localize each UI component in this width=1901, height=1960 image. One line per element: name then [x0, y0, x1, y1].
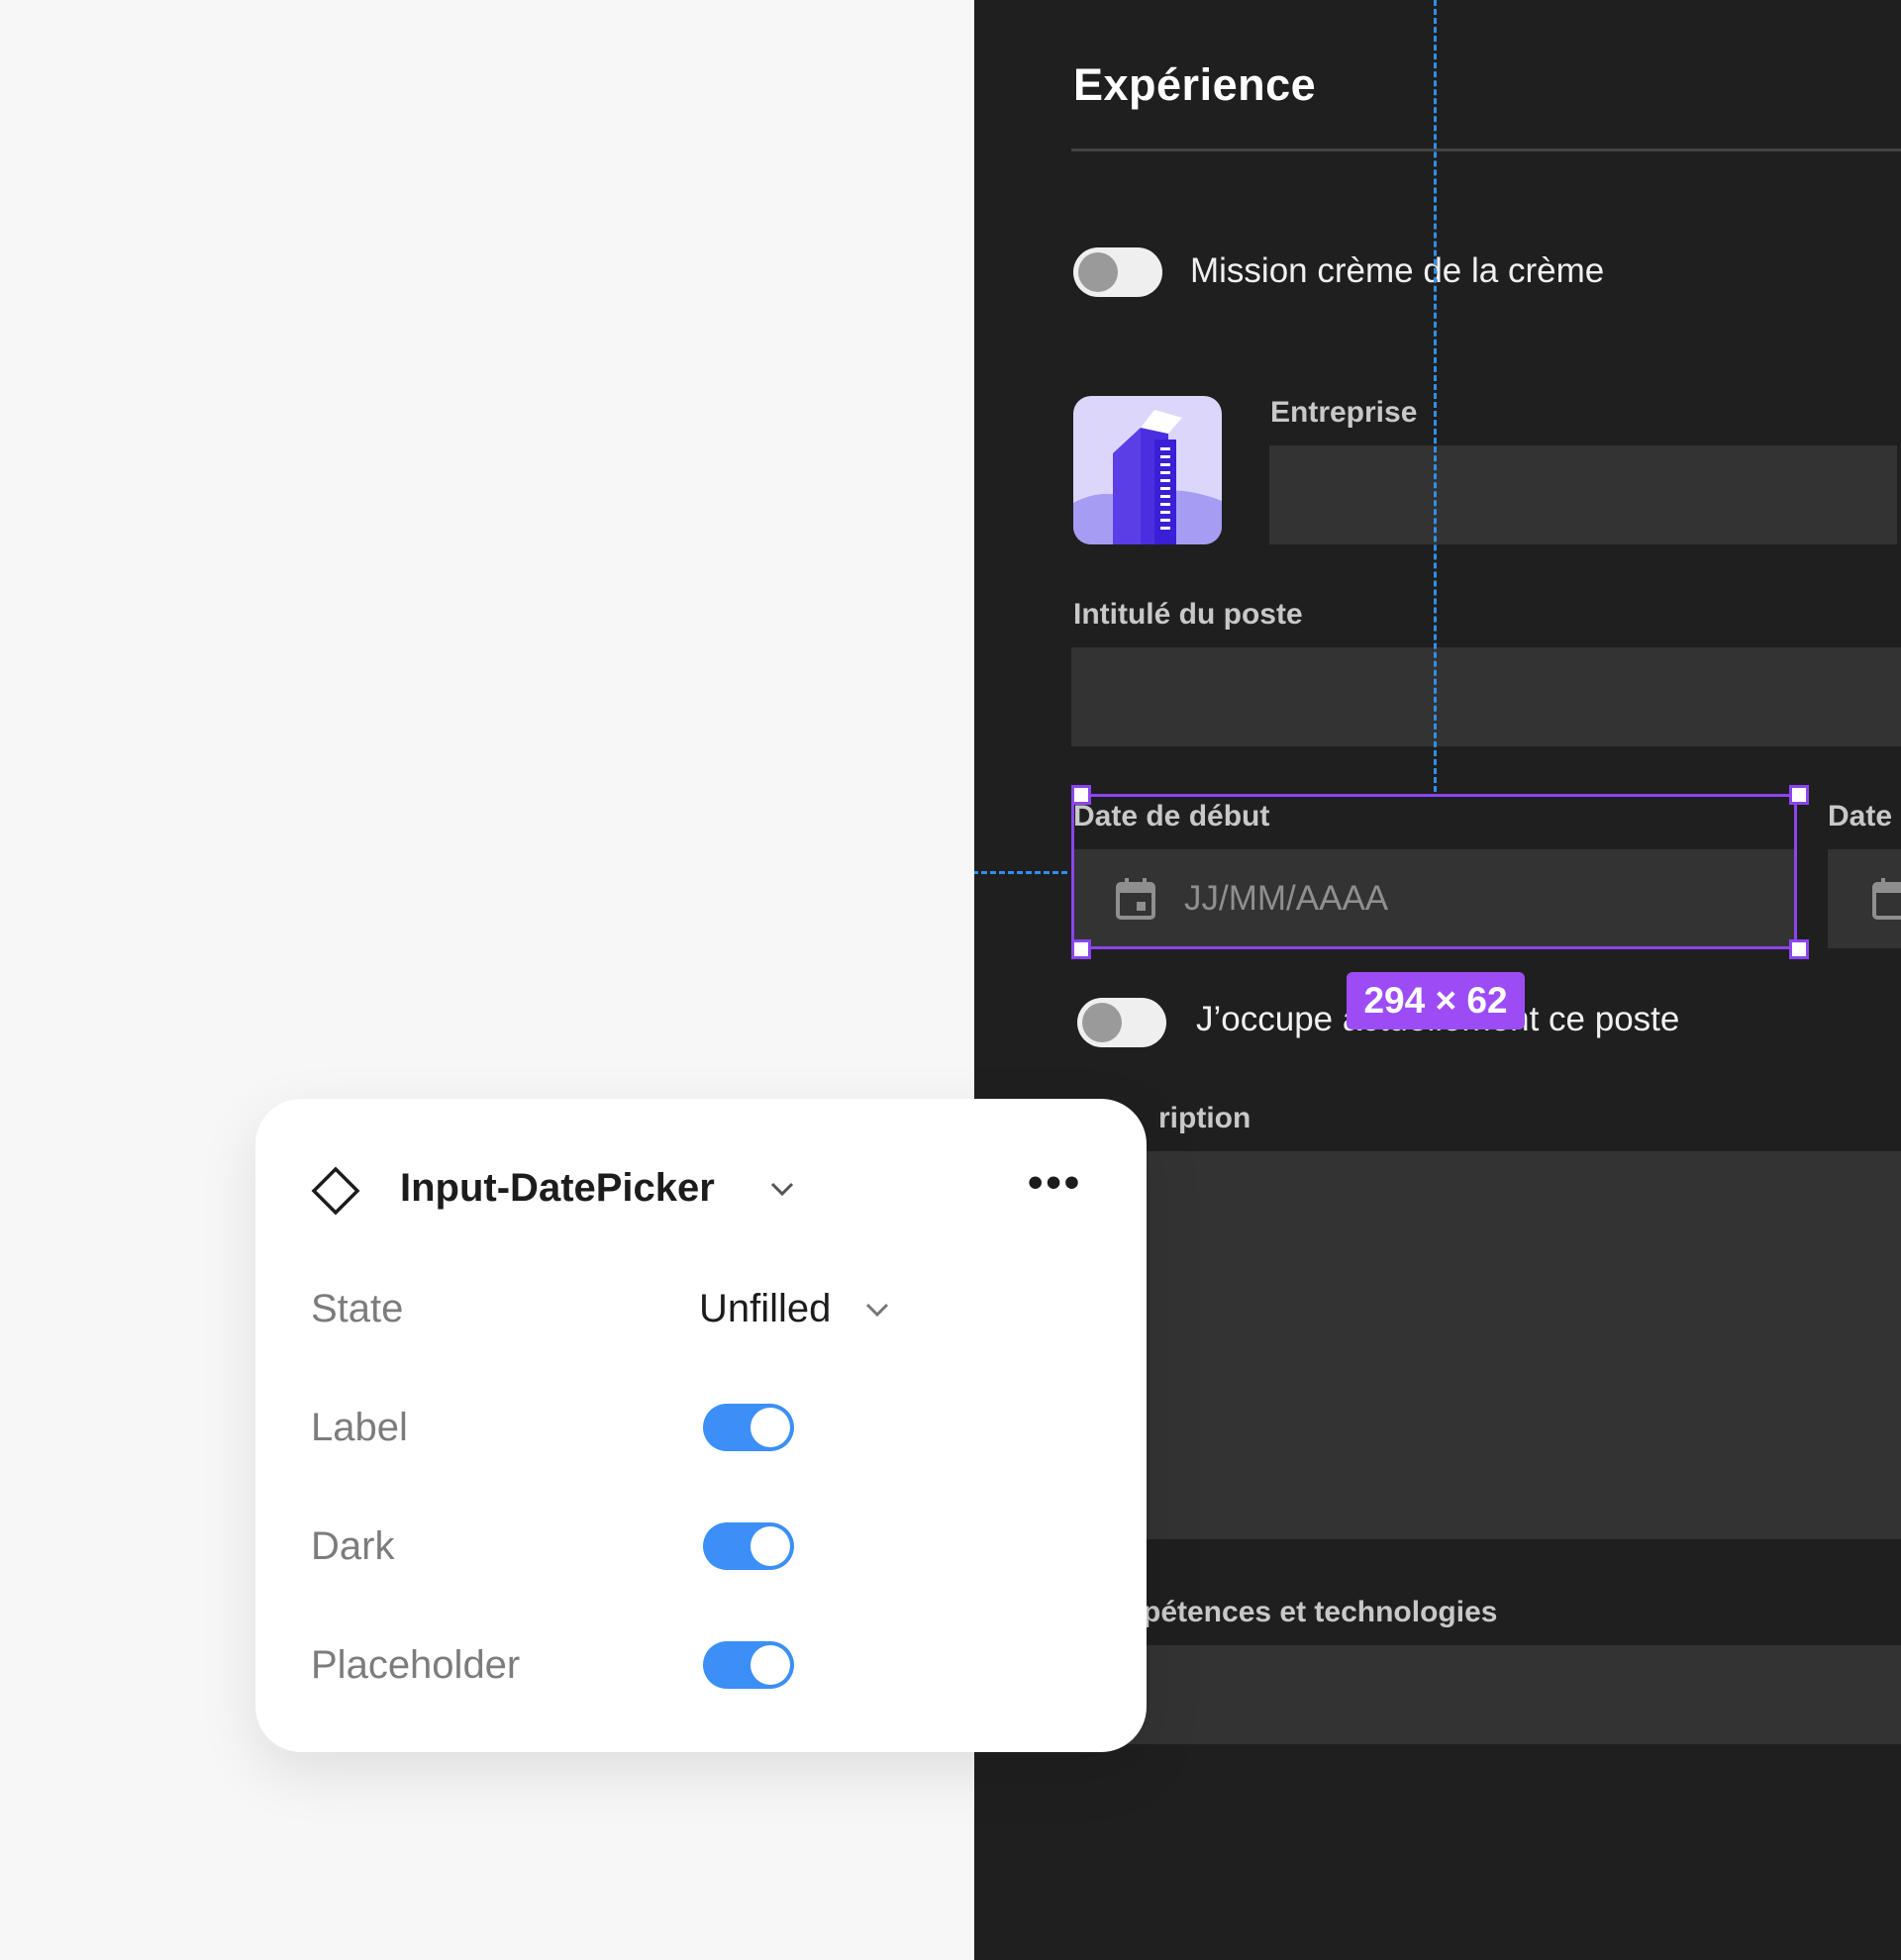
- intitule-input[interactable]: [1071, 647, 1901, 746]
- horizontal-guide: [974, 871, 1067, 874]
- entreprise-label: Entreprise: [1270, 396, 1418, 429]
- component-name[interactable]: Input-DatePicker: [400, 1166, 715, 1211]
- date-fin-input[interactable]: [1828, 849, 1901, 948]
- competences-label: pétences et technologies: [1143, 1596, 1498, 1628]
- building-logo-icon: [1073, 410, 1222, 544]
- chevron-down-icon[interactable]: [768, 1178, 796, 1200]
- dark-toggle[interactable]: [703, 1522, 794, 1570]
- mission-toggle-label: Mission crème de la crème: [1190, 251, 1605, 290]
- toggle-knob: [1082, 1003, 1122, 1042]
- toggle-knob: [750, 1645, 790, 1685]
- toggle-knob: [750, 1526, 790, 1566]
- section-title: Expérience: [1073, 59, 1317, 110]
- label-prop-label: Label: [311, 1406, 408, 1449]
- properties-panel: Input-DatePicker ••• State Unfilled Labe…: [255, 1099, 1147, 1752]
- section-divider: [1071, 148, 1901, 151]
- state-label: State: [311, 1287, 404, 1330]
- description-textarea[interactable]: [1071, 1151, 1901, 1539]
- toggle-knob: [1078, 252, 1118, 292]
- toggle-knob: [750, 1408, 790, 1447]
- dark-prop-label: Dark: [311, 1524, 395, 1568]
- placeholder-toggle[interactable]: [703, 1641, 794, 1689]
- mission-toggle[interactable]: [1073, 247, 1162, 297]
- size-badge: 294 × 62: [1347, 972, 1525, 1029]
- placeholder-prop-label: Placeholder: [311, 1643, 521, 1687]
- company-logo[interactable]: [1073, 396, 1222, 544]
- state-select[interactable]: Unfilled: [699, 1287, 831, 1331]
- intitule-label: Intitulé du poste: [1073, 598, 1303, 631]
- competences-input[interactable]: [1071, 1645, 1901, 1744]
- selection-frame[interactable]: [1071, 794, 1797, 949]
- resize-handle-bottom-left[interactable]: [1071, 939, 1091, 959]
- resize-handle-top-right[interactable]: [1789, 785, 1809, 805]
- component-diamond-icon: [311, 1166, 360, 1216]
- label-toggle[interactable]: [703, 1404, 794, 1451]
- resize-handle-top-left[interactable]: [1071, 785, 1091, 805]
- date-fin-label: Date: [1828, 800, 1893, 833]
- vertical-guide: [1434, 0, 1437, 792]
- description-label: ription: [1158, 1102, 1251, 1134]
- chevron-down-icon[interactable]: [863, 1299, 891, 1321]
- resize-handle-bottom-right[interactable]: [1789, 939, 1809, 959]
- more-icon[interactable]: •••: [1028, 1158, 1082, 1208]
- calendar-icon: [1872, 878, 1901, 920]
- entreprise-input[interactable]: [1269, 445, 1897, 544]
- occupe-toggle[interactable]: [1077, 998, 1166, 1047]
